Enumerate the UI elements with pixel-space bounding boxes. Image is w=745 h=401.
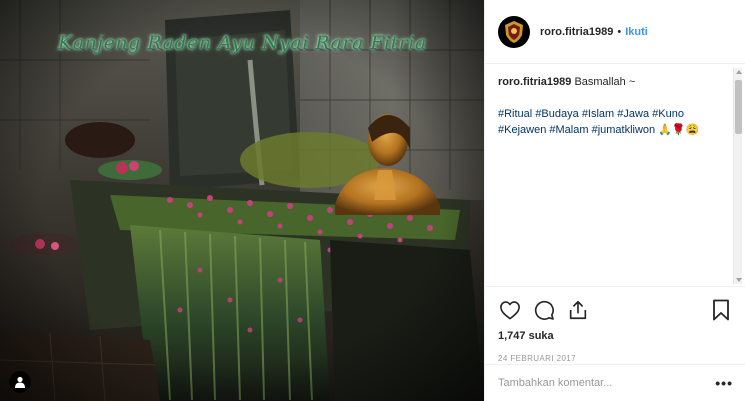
hashtag-link[interactable]: #Kuno (652, 108, 684, 120)
caption-author[interactable]: roro.fitria1989 (498, 76, 571, 88)
crest-avatar-icon (505, 20, 523, 43)
hashtag-link[interactable]: #Malam (549, 124, 588, 136)
user-tag-icon[interactable] (9, 371, 31, 393)
hashtag-link[interactable]: #jumatkliwon (592, 124, 656, 136)
ritual-bath-photo (0, 0, 484, 401)
person-icon (15, 376, 25, 388)
hashtag-link[interactable]: #Kejawen (498, 124, 546, 136)
image-overlay-title: Kanjeng Raden Ayu Nyai Rara Fitria (58, 32, 427, 54)
post-side-panel: roro.fitria1989 • Ikuti roro.fitria1989 … (484, 0, 745, 401)
caption-line: roro.fitria1989 Basmallah ~ (498, 75, 734, 90)
scroll-down-arrow-icon[interactable] (736, 278, 742, 282)
header-username[interactable]: roro.fitria1989 (540, 26, 613, 38)
hashtag-link[interactable]: #Islam (582, 108, 614, 120)
caption-emojis: 🙏🌹😩 (658, 124, 700, 136)
post-date: 24 FEBRUARI 2017 (498, 354, 576, 363)
heart-icon[interactable] (498, 298, 522, 322)
bookmark-icon[interactable] (709, 298, 733, 322)
hashtag-link[interactable]: #Jawa (617, 108, 649, 120)
caption-text: Basmallah ~ (574, 76, 636, 88)
likes-count[interactable]: 1,747 suka (498, 330, 733, 342)
comment-input[interactable] (498, 377, 716, 389)
post-image[interactable]: Kanjeng Raden Ayu Nyai Rara Fitria (0, 0, 484, 401)
comments-scrollbar[interactable] (733, 68, 742, 284)
comment-icon[interactable] (532, 298, 556, 322)
profile-avatar[interactable] (498, 15, 530, 48)
hashtag-block: #Ritual #Budaya #Islam #Jawa #Kuno #Keja… (498, 106, 734, 138)
follow-button[interactable]: Ikuti (625, 26, 648, 38)
hashtag-link[interactable]: #Ritual (498, 108, 532, 120)
header-separator: • (617, 25, 622, 38)
action-icons-row (498, 295, 733, 325)
hashtag-line-1: #Ritual #Budaya #Islam #Jawa #Kuno (498, 106, 734, 122)
post-header: roro.fitria1989 • Ikuti (485, 0, 745, 64)
more-options-icon[interactable]: ••• (715, 375, 733, 391)
hashtag-link[interactable]: #Budaya (535, 108, 578, 120)
scroll-up-arrow-icon[interactable] (736, 70, 742, 74)
hashtag-line-2: #Kejawen #Malam #jumatkliwon 🙏🌹😩 (498, 122, 734, 138)
scrollbar-thumb[interactable] (735, 80, 742, 134)
share-icon[interactable] (566, 298, 590, 322)
add-comment-bar: ••• (485, 364, 745, 401)
comments-section: roro.fitria1989 Basmallah ~ #Ritual #Bud… (485, 64, 745, 286)
post-actions: 1,747 suka 24 FEBRUARI 2017 (485, 286, 745, 370)
